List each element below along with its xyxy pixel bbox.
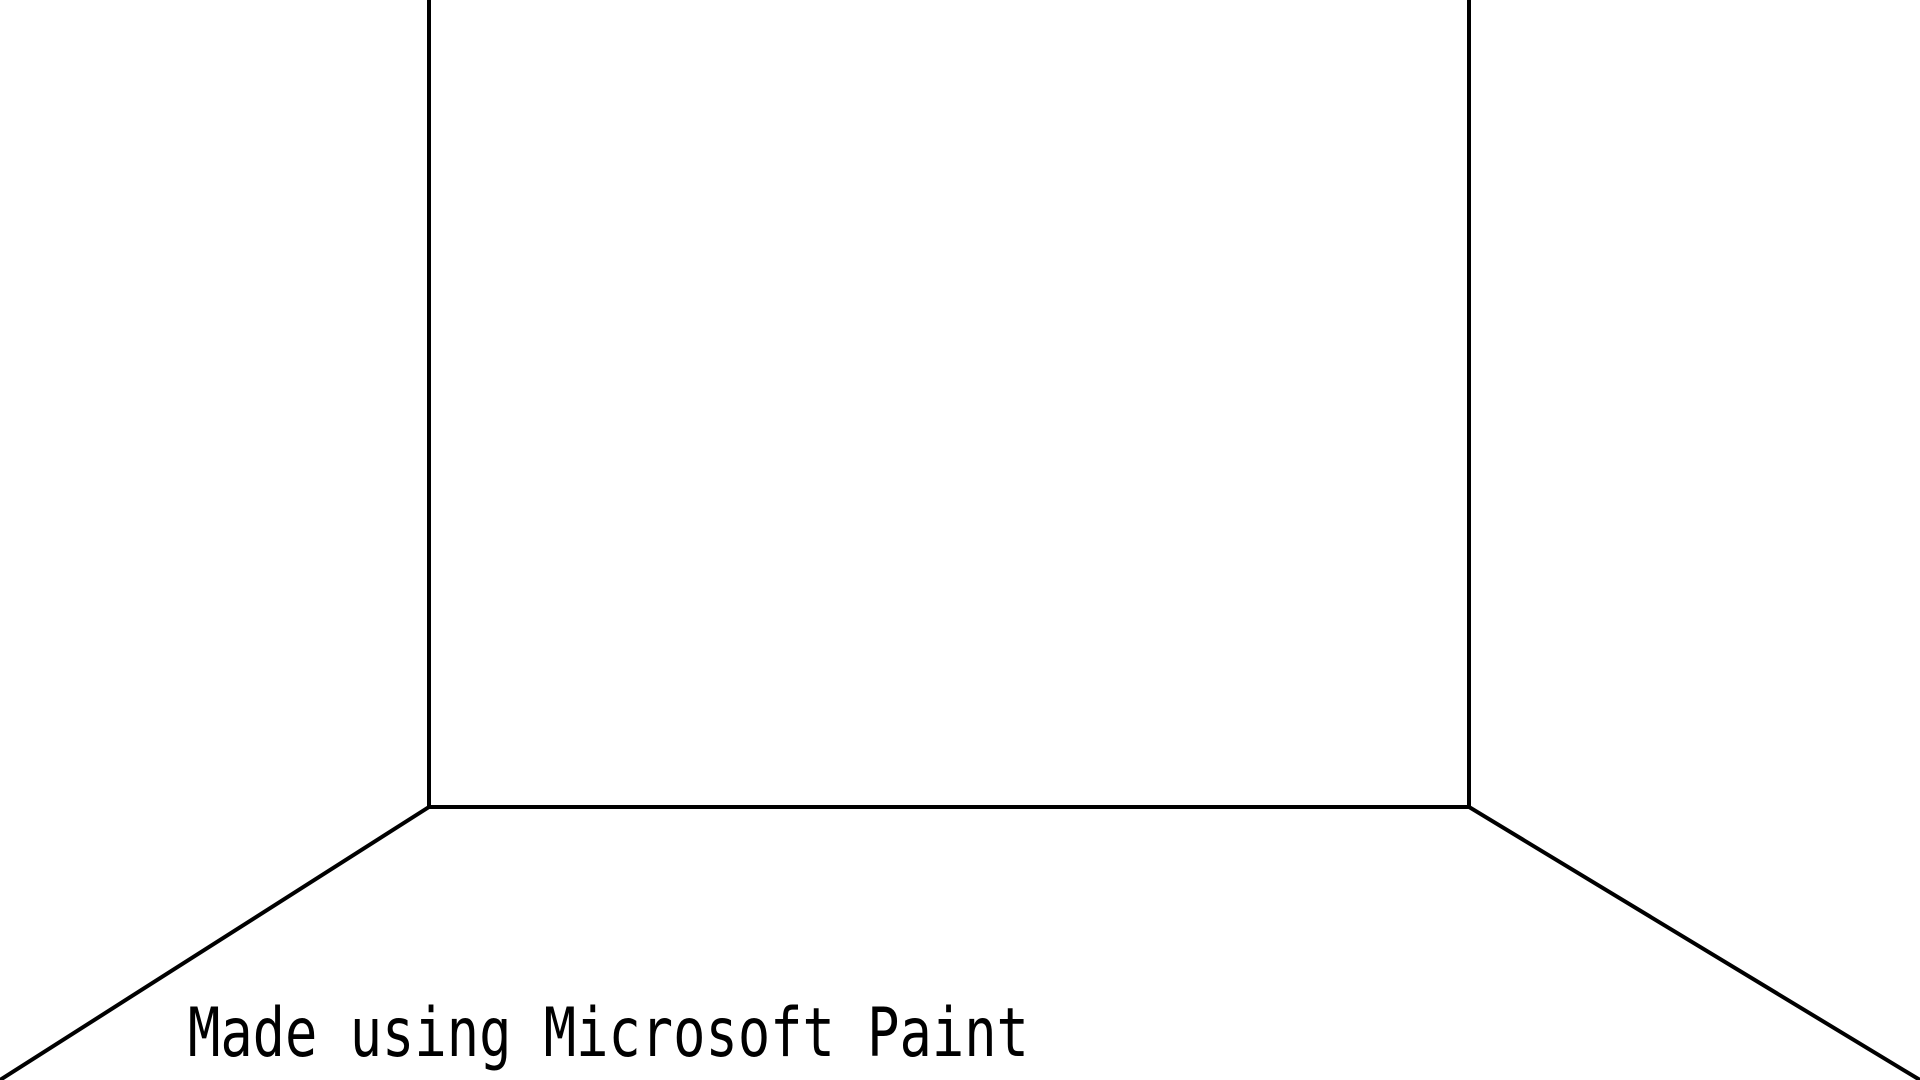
- paint-canvas: Made using Microsoft Paint: [0, 0, 1920, 1080]
- right-floor-edge: [1466, 804, 1920, 1080]
- caption-text: Made using Microsoft Paint: [188, 994, 1029, 1073]
- room-drawing: [0, 0, 1920, 1080]
